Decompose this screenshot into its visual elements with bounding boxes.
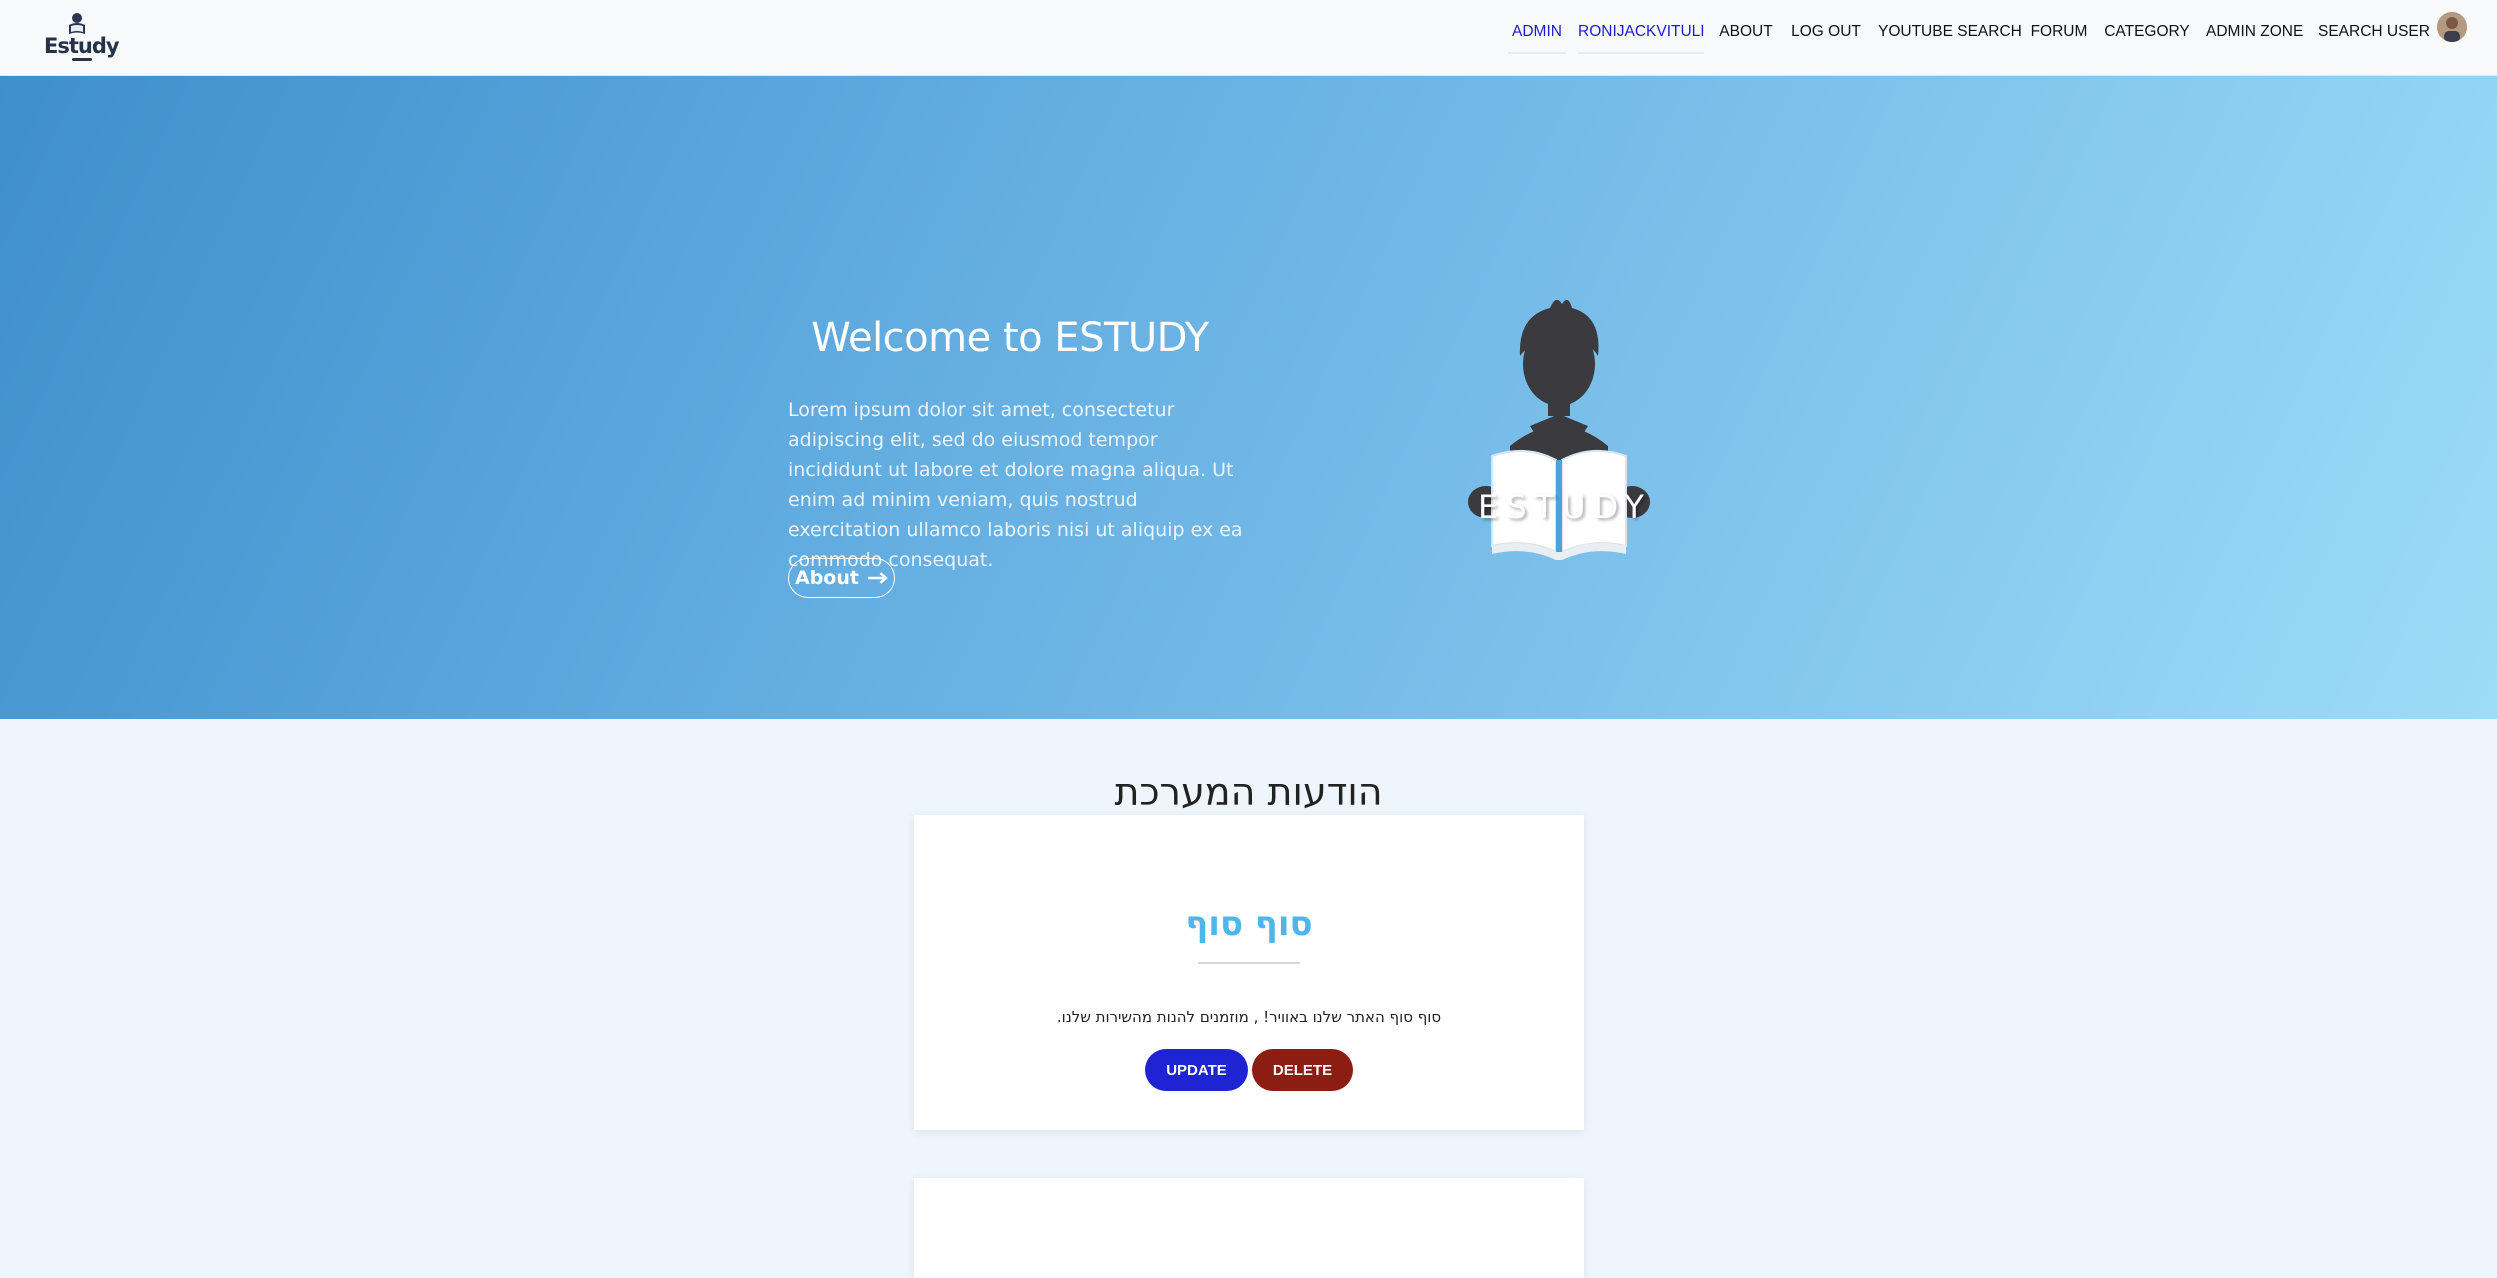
- message-card-next: [914, 1178, 1584, 1278]
- hero-description: Lorem ipsum dolor sit amet, consectetur …: [788, 399, 1243, 571]
- message-body: סוף סוף האתר שלנו באוויר! , מוזמנים להנו…: [1056, 1008, 1442, 1026]
- about-button[interactable]: About: [788, 558, 895, 598]
- message-card: סוף סוף סוף סוף האתר שלנו באוויר! , מוזמ…: [914, 815, 1584, 1130]
- update-button[interactable]: UPDATE: [1145, 1049, 1248, 1091]
- nav-link-youtube-search[interactable]: YOUTUBE SEARCH: [1878, 20, 2022, 52]
- hero-title: Welcome to ESTUDY: [811, 314, 1209, 361]
- delete-button[interactable]: DELETE: [1252, 1049, 1353, 1091]
- hero-section: Welcome to ESTUDY Lorem ipsum dolor sit …: [0, 76, 2497, 719]
- nav-link-about[interactable]: ABOUT: [1718, 20, 1774, 52]
- top-navbar: Estudy ADMIN RONIJACKVITULI ABOUT LOG OU…: [0, 0, 2497, 76]
- hero-logo-text: ESTUDY: [1478, 488, 1652, 526]
- student-reading-logo-icon: [1468, 299, 1650, 560]
- about-button-label: About: [795, 567, 859, 589]
- nav-link-forum[interactable]: FORUM: [2030, 20, 2088, 52]
- message-title: סוף סוף: [1185, 904, 1313, 944]
- nav-link-ronijackvituli[interactable]: RONIJACKVITULI: [1578, 20, 1705, 54]
- nav-links: ADMIN RONIJACKVITULI ABOUT LOG OUT YOUTU…: [0, 0, 2497, 76]
- user-avatar[interactable]: [2437, 12, 2467, 42]
- avatar-icon: [2437, 12, 2467, 42]
- nav-link-admin-zone[interactable]: ADMIN ZONE: [2206, 20, 2303, 52]
- system-messages-title: הודעות המערכת: [1114, 769, 1383, 814]
- nav-link-logout[interactable]: LOG OUT: [1790, 20, 1862, 52]
- nav-link-category[interactable]: CATEGORY: [2104, 20, 2190, 52]
- nav-link-search-user[interactable]: SEARCH USER: [2318, 20, 2430, 52]
- arrow-right-icon: [867, 572, 888, 584]
- message-divider: [1198, 962, 1300, 964]
- nav-link-admin[interactable]: ADMIN: [1508, 20, 1566, 54]
